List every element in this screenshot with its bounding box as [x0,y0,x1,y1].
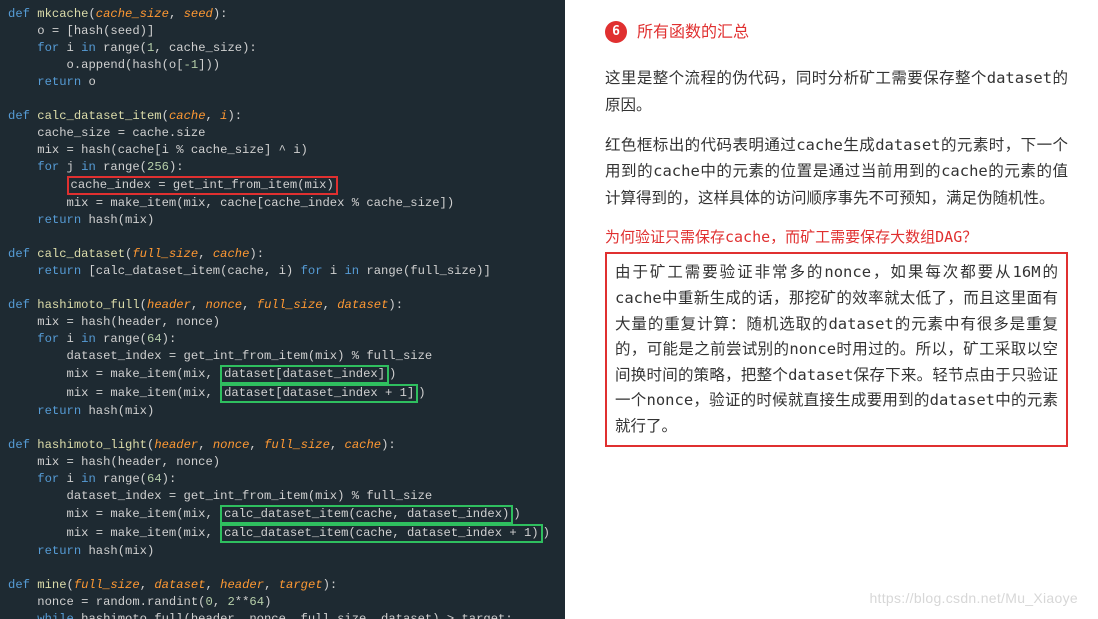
highlight-green-calc-item-plus1: calc_dataset_item(cache, dataset_index +… [220,524,543,543]
fn-mkcache: mkcache [30,7,89,21]
fn-hashimoto-light: hashimoto_light [30,438,147,452]
highlight-green-dataset-idx-plus1: dataset[dataset_index + 1] [220,384,418,403]
section-title-text: 所有函数的汇总 [637,18,749,45]
kw-def: def [8,7,30,21]
code-line: mix = hash(cache[i % cache_size] ^ i) [8,143,308,157]
watermark-text: https://blog.csdn.net/Mu_Xiaoye [869,587,1078,611]
code-panel: def mkcache(cache_size, seed): o = [hash… [0,0,565,619]
main-container: def mkcache(cache_size, seed): o = [hash… [0,0,1098,619]
highlight-red-cache-index: cache_index = get_int_from_item(mix) [67,176,338,195]
question-red: 为何验证只需保存cache，而矿工需要保存大数组DAG？ [605,225,1068,251]
code-line: mix = hash(header, nonce) [8,455,220,469]
fn-calc-dataset-item: calc_dataset_item [30,109,162,123]
code-line: mix = hash(header, nonce) [8,315,220,329]
code-line: mix = make_item(mix, cache[cache_index %… [8,196,454,210]
paragraph-redbox-explain: 红色框标出的代码表明通过cache生成dataset的元素时，下一个用到的cac… [605,132,1068,211]
section-title: 6 所有函数的汇总 [605,18,1068,45]
fn-calc-dataset: calc_dataset [30,247,125,261]
highlight-green-dataset-idx: dataset[dataset_index] [220,365,389,384]
highlight-green-calc-item: calc_dataset_item(cache, dataset_index) [220,505,513,524]
code-line: dataset_index = get_int_from_item(mix) %… [8,489,432,503]
code-line: o = [hash(seed)] [8,24,154,38]
code-line: cache_size = cache.size [8,126,205,140]
fn-hashimoto-full: hashimoto_full [30,298,140,312]
answer-red-box: 由于矿工需要验证非常多的nonce，如果每次都要从16M的cache中重新生成的… [605,252,1068,447]
fn-mine: mine [30,578,67,592]
code-line: dataset_index = get_int_from_item(mix) %… [8,349,432,363]
text-panel: 6 所有函数的汇总 这里是整个流程的伪代码，同时分析矿工需要保存整个datase… [565,0,1098,619]
section-number-badge: 6 [605,21,627,43]
paragraph-intro: 这里是整个流程的伪代码，同时分析矿工需要保存整个dataset的原因。 [605,65,1068,118]
